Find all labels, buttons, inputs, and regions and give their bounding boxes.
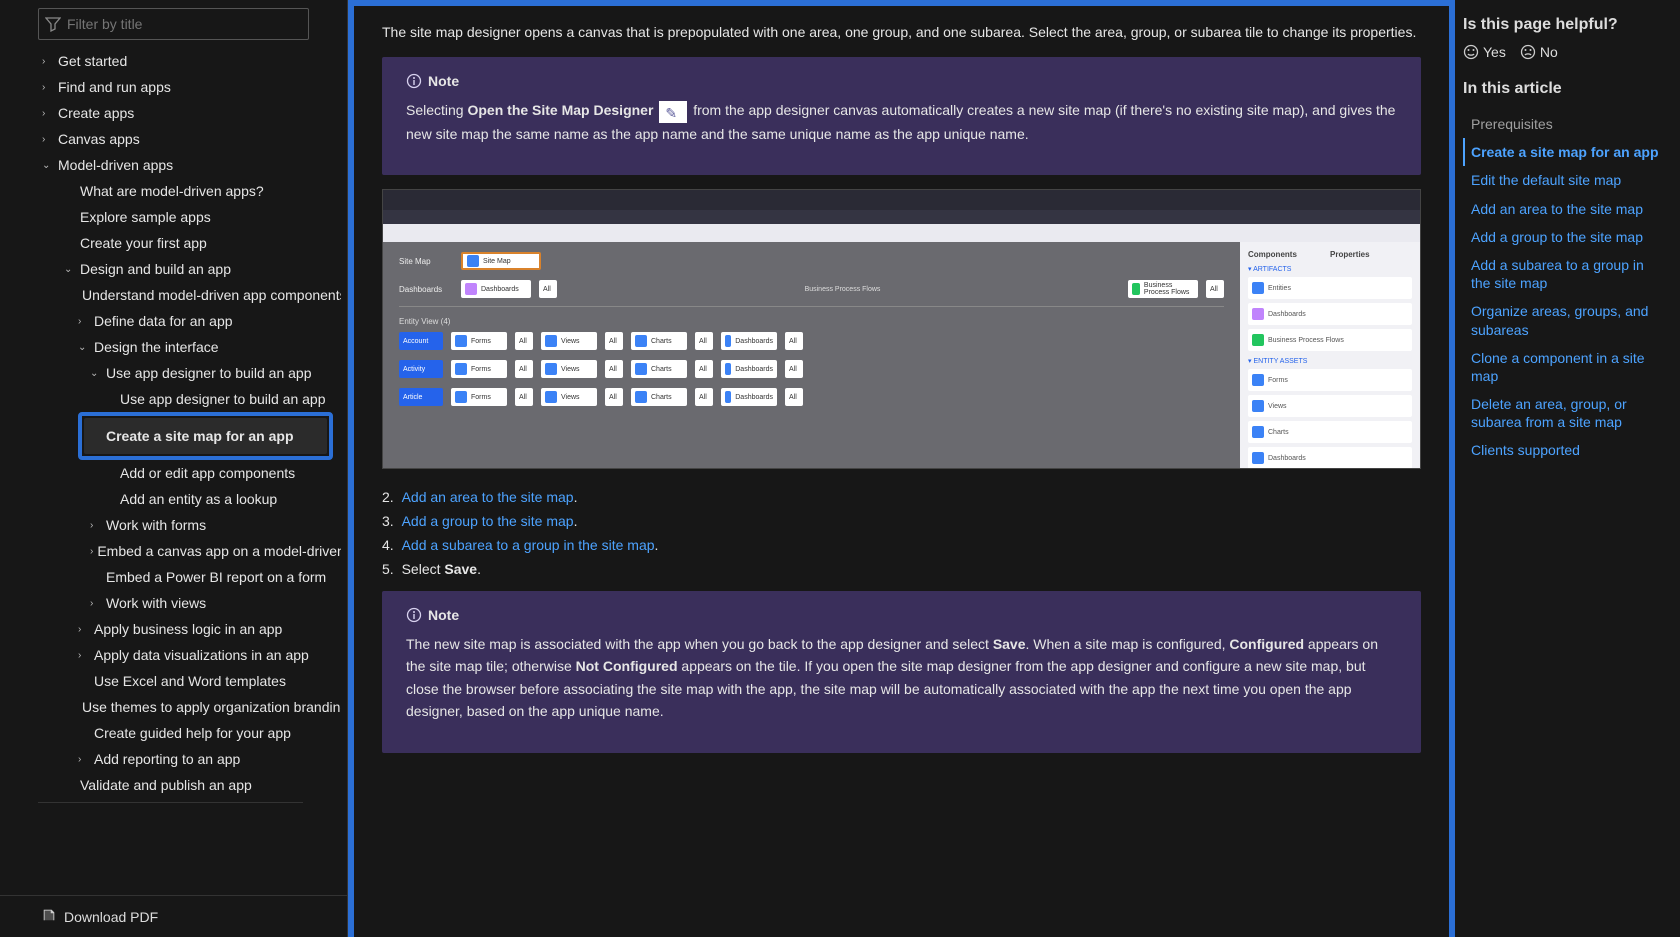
nav-item-active[interactable]: Create a site map for an app [78, 412, 333, 460]
main-highlight-border: The site map designer opens a canvas tha… [348, 0, 1455, 937]
chevron-icon: › [78, 754, 90, 765]
info-icon [406, 607, 422, 623]
feedback-no[interactable]: No [1520, 44, 1558, 60]
intro-paragraph: The site map designer opens a canvas tha… [382, 21, 1421, 43]
left-nav-sidebar: ›Get started›Find and run apps›Create ap… [0, 0, 348, 937]
note-box-2: Note The new site map is associated with… [382, 591, 1421, 753]
info-icon [406, 73, 422, 89]
smile-icon [1463, 44, 1479, 60]
pencil-icon [659, 101, 687, 123]
nav-item[interactable]: Validate and publish an app [0, 772, 341, 798]
nav-item[interactable]: ›Work with views [0, 590, 341, 616]
toc-link[interactable]: Add an area to the site map [1463, 195, 1664, 223]
nav-item[interactable]: ⌄Design the interface [0, 334, 341, 360]
toc-link[interactable]: Edit the default site map [1463, 166, 1664, 194]
filter-icon [45, 16, 61, 32]
chevron-icon: › [42, 82, 54, 93]
note-2-body: The new site map is associated with the … [406, 633, 1401, 723]
nav-item[interactable]: Create your first app [0, 230, 341, 256]
nav-item[interactable]: Explore sample apps [0, 204, 341, 230]
toc-link[interactable]: Prerequisites [1463, 110, 1664, 138]
link-add-area[interactable]: Add an area to the site map [402, 489, 574, 505]
nav-item[interactable]: ›Define data for an app [0, 308, 341, 334]
nav-item[interactable]: ›Canvas apps [0, 126, 341, 152]
toc-link[interactable]: Organize areas, groups, and subareas [1463, 297, 1664, 343]
step-3: 3. Add a group to the site map. [382, 513, 1421, 529]
chevron-icon: ⌄ [42, 160, 54, 171]
chevron-icon: ⌄ [90, 368, 102, 379]
chevron-icon: › [42, 108, 54, 119]
nav-item[interactable]: Use themes to apply organization brandin… [0, 694, 341, 720]
nav-item[interactable]: ›Create apps [0, 100, 341, 126]
frown-icon [1520, 44, 1536, 60]
note-1-title: Note [428, 73, 459, 89]
in-article-title: In this article [1463, 80, 1664, 98]
nav-item[interactable]: ›Apply business logic in an app [0, 616, 341, 642]
toc-link[interactable]: Clone a component in a site map [1463, 344, 1664, 390]
nav-tree[interactable]: ›Get started›Find and run apps›Create ap… [0, 48, 347, 895]
chevron-icon: › [78, 624, 90, 635]
chevron-icon: › [90, 546, 93, 557]
right-rail: Is this page helpful? Yes No In this art… [1455, 0, 1680, 937]
download-pdf[interactable]: Download PDF [0, 895, 347, 937]
nav-item[interactable]: ⌄Model-driven apps [0, 152, 341, 178]
nav-item[interactable]: ›Apply data visualizations in an app [0, 642, 341, 668]
chevron-icon: › [90, 598, 102, 609]
article-content: The site map designer opens a canvas tha… [354, 6, 1449, 795]
toc-list: PrerequisitesCreate a site map for an ap… [1463, 110, 1664, 465]
nav-item[interactable]: ⌄Use app designer to build an app [0, 360, 341, 386]
chevron-icon: ⌄ [64, 264, 76, 275]
feedback-yes[interactable]: Yes [1463, 44, 1506, 60]
chevron-icon: › [78, 650, 90, 661]
link-add-subarea[interactable]: Add a subarea to a group in the site map [402, 537, 655, 553]
link-add-group[interactable]: Add a group to the site map [402, 513, 574, 529]
toc-link[interactable]: Add a group to the site map [1463, 223, 1664, 251]
nav-item[interactable]: ⌄Design and build an app [0, 256, 341, 282]
app-designer-screenshot: Site Map Site Map Dashboards Dashboards … [382, 189, 1421, 469]
note-2-title-row: Note [406, 607, 1401, 623]
feedback-row: Yes No [1463, 44, 1664, 60]
nav-item[interactable]: ›Get started [0, 48, 341, 74]
nav-item[interactable]: Embed a Power BI report on a form [0, 564, 341, 590]
download-icon [42, 908, 56, 925]
toc-link[interactable]: Clients supported [1463, 436, 1664, 464]
note-1-title-row: Note [406, 73, 1401, 89]
nav-item[interactable]: Add an entity as a lookup [0, 486, 341, 512]
step-4: 4. Add a subarea to a group in the site … [382, 537, 1421, 553]
nav-item[interactable]: ›Embed a canvas app on a model-driven fo… [0, 538, 341, 564]
chevron-icon: › [78, 316, 90, 327]
nav-item[interactable]: Use app designer to build an app [0, 386, 341, 412]
toc-link[interactable]: Create a site map for an app [1463, 138, 1664, 166]
toc-link[interactable]: Delete an area, group, or subarea from a… [1463, 390, 1664, 436]
note-1-body: Selecting Open the Site Map Designer fro… [406, 99, 1401, 145]
filter-input[interactable] [67, 16, 302, 32]
step-5: 5. Select Save. [382, 561, 1421, 577]
nav-item[interactable]: ›Find and run apps [0, 74, 341, 100]
chevron-icon: › [90, 520, 102, 531]
filter-box[interactable] [38, 8, 309, 40]
note-box-1: Note Selecting Open the Site Map Designe… [382, 57, 1421, 175]
download-label: Download PDF [64, 909, 158, 925]
chevron-icon: ⌄ [78, 342, 90, 353]
chevron-icon: › [42, 56, 54, 67]
nav-item[interactable]: ›Work with forms [0, 512, 341, 538]
main-area: The site map designer opens a canvas tha… [348, 0, 1455, 937]
chevron-icon: › [42, 134, 54, 145]
nav-item[interactable]: Use Excel and Word templates [0, 668, 341, 694]
step-2: 2. Add an area to the site map. [382, 489, 1421, 505]
note-2-title: Note [428, 607, 459, 623]
nav-item[interactable]: ›Add reporting to an app [0, 746, 341, 772]
nav-item[interactable]: Create guided help for your app [0, 720, 341, 746]
nav-item[interactable]: Understand model-driven app components [0, 282, 341, 308]
nav-item[interactable]: Add or edit app components [0, 460, 341, 486]
feedback-title: Is this page helpful? [1463, 16, 1664, 34]
nav-item[interactable]: What are model-driven apps? [0, 178, 341, 204]
toc-link[interactable]: Add a subarea to a group in the site map [1463, 251, 1664, 297]
